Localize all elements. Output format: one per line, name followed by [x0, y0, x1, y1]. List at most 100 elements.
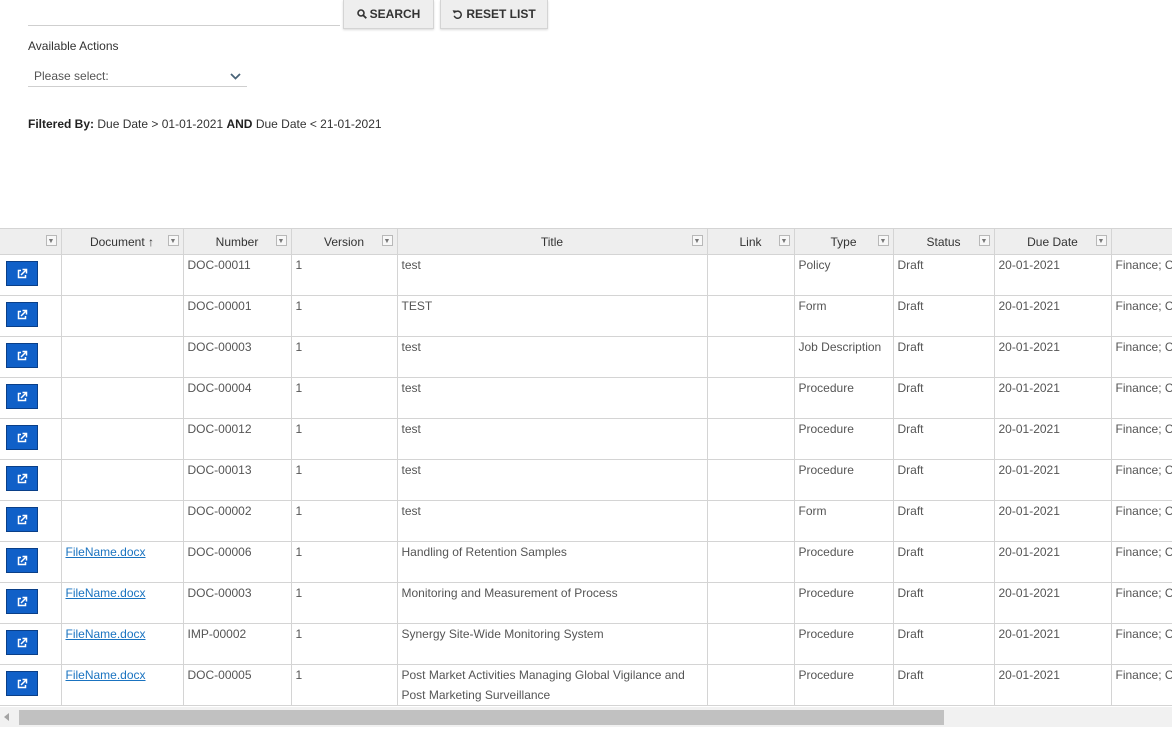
cell-number: DOC-00002	[183, 500, 292, 542]
table-row[interactable]: DOC-00012 1 test Procedure Draft 20-01-2021 Fi…	[0, 418, 1172, 460]
table-row[interactable]: FileName.docx DOC-00005 1 Post Market Activ…	[0, 664, 1172, 706]
table-row[interactable]: FileName.docx DOC-00003 1 Monitoring and Me…	[0, 582, 1172, 624]
document-file-link[interactable]: FileName.docx	[66, 586, 146, 600]
open-record-button[interactable]	[6, 261, 38, 286]
cell-status: Draft	[893, 582, 995, 624]
open-record-button[interactable]	[6, 343, 38, 368]
external-link-icon	[17, 596, 28, 606]
table-row[interactable]: DOC-00004 1 test Procedure Draft 20-01-2021 Fi…	[0, 377, 1172, 419]
cell-text: Procedure	[798, 422, 854, 436]
cell-version: 1	[291, 582, 398, 624]
filter-icon[interactable]: ▼	[1095, 235, 1107, 246]
row-open-cell	[0, 623, 62, 665]
cell-text: DOC-00005	[187, 668, 252, 682]
filter-condition-2: Due Date < 21-01-2021	[255, 117, 382, 131]
row-open-cell	[0, 418, 62, 460]
cell-number: DOC-00006	[183, 541, 292, 583]
horizontal-scrollbar[interactable]	[0, 707, 1172, 727]
table-row[interactable]: FileName.docx DOC-00006 1 Handling of Reten…	[0, 541, 1172, 583]
cell-text: Draft	[897, 463, 924, 477]
table-row[interactable]: DOC-00001 1 TEST Form Draft 20-01-2021 Finance…	[0, 295, 1172, 337]
scroll-left-arrow-icon[interactable]	[4, 713, 9, 721]
cell-text: Draft	[897, 381, 924, 395]
document-file-link[interactable]: FileName.docx	[66, 627, 146, 641]
filter-icon[interactable]: ▼	[167, 235, 179, 246]
table-row[interactable]: DOC-00003 1 test Job Description Draft 20-01-…	[0, 336, 1172, 378]
cell-text: Draft	[897, 422, 924, 436]
open-record-button[interactable]	[6, 384, 38, 409]
open-record-button[interactable]	[6, 589, 38, 614]
cell-number: DOC-00013	[183, 459, 292, 501]
external-link-icon	[17, 637, 28, 647]
document-file-link[interactable]: FileName.docx	[66, 668, 146, 682]
cell-number: IMP-00002	[183, 623, 292, 665]
header-due-date[interactable]: Due Date ▼	[994, 229, 1112, 255]
cell-type: Procedure	[794, 377, 894, 419]
open-record-button[interactable]	[6, 507, 38, 532]
row-open-cell	[0, 254, 62, 296]
filter-icon[interactable]: ▼	[381, 235, 393, 246]
table-row[interactable]: FileName.docx IMP-00002 1 Synergy Site-Wide…	[0, 623, 1172, 665]
reset-list-button[interactable]: RESET LIST	[440, 0, 548, 29]
filter-icon[interactable]: ▼	[691, 235, 703, 246]
cell-number: DOC-00012	[183, 418, 292, 460]
header-version[interactable]: Version ▼	[291, 229, 398, 255]
cell-text: 20-01-2021	[998, 545, 1060, 559]
cell-title: test	[397, 254, 708, 296]
cell-extra: Finance; C	[1111, 336, 1172, 378]
cell-link	[707, 254, 795, 296]
open-record-button[interactable]	[6, 671, 38, 696]
cell-text: Form	[798, 504, 827, 518]
cell-extra: Finance; C	[1111, 418, 1172, 460]
filter-icon[interactable]: ▼	[978, 235, 990, 246]
filter-icon[interactable]: ▼	[877, 235, 889, 246]
header-link[interactable]: Link ▼	[707, 229, 795, 255]
cell-text: Finance; C	[1115, 340, 1172, 354]
cell-title: test	[397, 336, 708, 378]
search-icon	[356, 9, 367, 19]
header-title[interactable]: Title ▼	[397, 229, 708, 255]
cell-version: 1	[291, 459, 398, 501]
cell-type: Procedure	[794, 541, 894, 583]
open-record-button[interactable]	[6, 466, 38, 491]
cell-text: test	[401, 258, 421, 272]
filter-icon[interactable]: ▼	[275, 235, 287, 246]
sort-ascending-icon: ↑	[148, 234, 155, 249]
table-row[interactable]: DOC-00013 1 test Procedure Draft 20-01-2021 Fi…	[0, 459, 1172, 501]
header-type[interactable]: Type ▼	[794, 229, 894, 255]
table-row[interactable]: DOC-00011 1 test Policy Draft 20-01-2021 Finan…	[0, 254, 1172, 296]
scrollbar-thumb[interactable]	[19, 710, 944, 725]
filter-icon[interactable]: ▼	[778, 235, 790, 246]
cell-text: Procedure	[798, 586, 854, 600]
cell-text: TEST	[401, 299, 433, 313]
cell-document	[61, 500, 184, 542]
filter-icon[interactable]: ▼	[45, 235, 57, 246]
cell-title: test	[397, 500, 708, 542]
cell-extra: Finance; C	[1111, 459, 1172, 501]
cell-text: Post Market Activities Managing Global V…	[401, 668, 685, 702]
cell-text: Procedure	[798, 668, 854, 682]
header-extra	[1111, 229, 1172, 255]
cell-due-date: 20-01-2021	[994, 254, 1112, 296]
header-status[interactable]: Status ▼	[893, 229, 995, 255]
row-open-cell	[0, 459, 62, 501]
header-number[interactable]: Number ▼	[183, 229, 292, 255]
search-button[interactable]: SEARCH	[343, 0, 434, 29]
document-file-link[interactable]: FileName.docx	[66, 545, 146, 559]
open-record-button[interactable]	[6, 425, 38, 450]
cell-text: 20-01-2021	[998, 422, 1060, 436]
open-record-button[interactable]	[6, 630, 38, 655]
cell-document	[61, 418, 184, 460]
cell-text: Monitoring and Measurement of Process	[401, 586, 618, 600]
header-document[interactable]: Document ↑ ▼	[61, 229, 184, 255]
cell-text: Draft	[897, 340, 924, 354]
cell-text: 1	[295, 463, 303, 477]
table-row[interactable]: DOC-00002 1 test Form Draft 20-01-2021 Finance…	[0, 500, 1172, 542]
available-actions-select[interactable]: Please select:	[28, 66, 247, 87]
open-record-button[interactable]	[6, 548, 38, 573]
filter-condition-1: Due Date > 01-01-2021	[97, 117, 224, 131]
open-record-button[interactable]	[6, 302, 38, 327]
external-link-icon	[17, 473, 28, 483]
available-actions-value: Please select:	[34, 69, 109, 83]
search-input[interactable]	[28, 0, 340, 26]
